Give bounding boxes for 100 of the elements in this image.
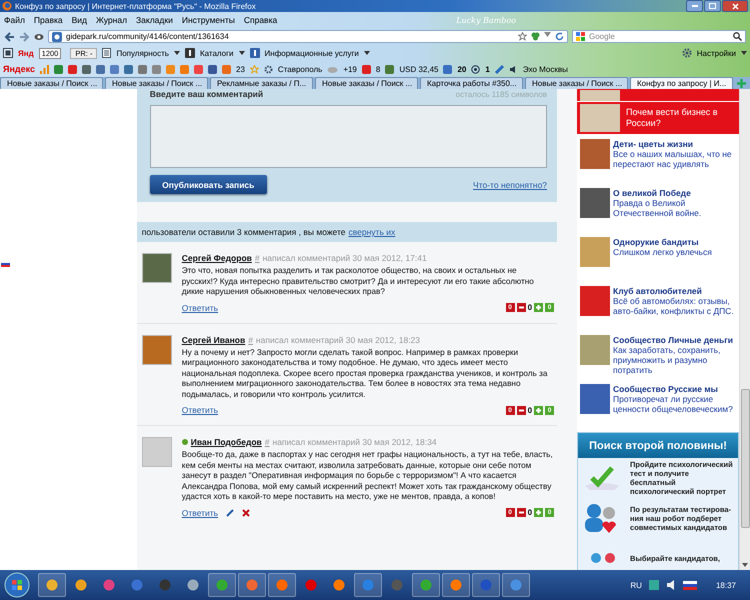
taskbar-app[interactable] <box>442 573 470 597</box>
window-title: Конфуз по запросу | Интернет-платформа "Русь" - Mozilla Firefox <box>15 2 256 10</box>
community-description: Всё об автомобилях: отзывы, авто-байки, конфликты с ДПС. <box>613 296 735 316</box>
menu-item[interactable]: Инструменты <box>182 15 235 25</box>
settings-icon[interactable] <box>682 48 692 58</box>
caret-icon[interactable] <box>238 51 245 55</box>
comment-meta: написал комментарий 30 мая 2012, 17:41 <box>262 253 427 263</box>
delete-icon[interactable] <box>242 508 250 516</box>
taskbar-app[interactable] <box>208 573 236 597</box>
minimize-icon <box>692 5 698 7</box>
community-link[interactable]: Сообщество Русские мы <box>613 384 740 394</box>
star-icon[interactable] <box>250 64 259 74</box>
avatar-placeholder <box>142 253 172 283</box>
community-description: Противоречат ли русские ценности общечеловеческим? <box>613 394 734 414</box>
menu-item[interactable]: Вид <box>72 15 88 25</box>
taskbar-app[interactable] <box>354 573 382 597</box>
menu-item[interactable]: Справка <box>244 15 278 25</box>
collapse-link[interactable]: свернуть их <box>348 227 396 237</box>
minus-icon[interactable] <box>516 303 526 312</box>
settings-icon[interactable] <box>264 64 273 74</box>
toolbar-menu[interactable]: Каталоги <box>200 48 234 58</box>
app-icon <box>450 579 462 591</box>
menu-item[interactable]: Закладки <box>136 15 173 25</box>
community-link[interactable]: О великой Победе <box>613 188 740 198</box>
community-link[interactable]: Клуб автолюбителей <box>613 286 740 296</box>
publish-button[interactable]: Опубликовать запись <box>150 175 267 194</box>
browser-tab[interactable]: Новые заказы / Поиск ... <box>0 77 103 89</box>
reload-icon[interactable] <box>555 32 564 41</box>
community-link[interactable]: Сообщество Личные деньги <box>613 335 740 345</box>
reply-link[interactable]: Ответить <box>182 508 218 518</box>
language-indicator[interactable]: RU <box>630 580 642 590</box>
browser-tab[interactable]: Новые заказы / Поиск ... <box>105 77 208 89</box>
reply-link[interactable]: Ответить <box>182 302 218 312</box>
minus-icon[interactable] <box>516 508 526 517</box>
caret-icon[interactable] <box>174 51 180 55</box>
speaker-icon[interactable] <box>666 580 676 590</box>
toolbar-menu[interactable]: Информационные услуги <box>264 48 359 58</box>
browser-tab[interactable]: Новые заказы / Поиск ... <box>525 77 628 89</box>
toolbar-menu[interactable]: Популярность <box>116 48 169 58</box>
minimize-button[interactable] <box>686 0 703 12</box>
dropdown-icon[interactable] <box>544 32 551 37</box>
radio-station[interactable]: Эхо Москвы <box>522 64 568 74</box>
scrollbar-thumb[interactable] <box>740 388 750 528</box>
community-description: Слишком легко увлечься <box>613 247 712 257</box>
plus-icon[interactable] <box>534 406 544 414</box>
taskbar-app[interactable] <box>412 573 440 597</box>
star-icon[interactable] <box>518 32 527 41</box>
taskbar-app[interactable] <box>38 573 66 597</box>
comment-input[interactable] <box>150 105 548 168</box>
yandex-logo[interactable]: Яндекс <box>3 64 36 74</box>
page-icon[interactable] <box>3 48 13 58</box>
help-link[interactable]: Что-то непонятно? <box>473 180 548 190</box>
maximize-button[interactable] <box>704 0 721 12</box>
reply-link[interactable]: Ответить <box>182 405 218 415</box>
currency-rate: USD 32,45 <box>399 64 438 74</box>
forward-icon[interactable] <box>19 32 30 42</box>
taskbar-app[interactable] <box>502 573 530 597</box>
minus-icon[interactable] <box>516 406 526 414</box>
weather-city[interactable]: Ставрополь <box>278 64 322 74</box>
temperature: +19 <box>343 64 357 74</box>
pencil-icon[interactable] <box>226 508 234 516</box>
search-icon[interactable] <box>733 32 742 41</box>
flag-icon <box>682 580 697 590</box>
plus-icon[interactable] <box>534 508 544 517</box>
start-button[interactable] <box>4 572 30 598</box>
taskbar-app[interactable] <box>472 573 500 597</box>
catalog-icon <box>184 48 195 58</box>
caret-icon[interactable] <box>741 51 747 55</box>
app-icon <box>276 579 288 591</box>
community-link[interactable]: Дети- цветы жизни <box>613 139 740 149</box>
clock[interactable]: 18:37 <box>716 580 736 590</box>
browser-tab[interactable]: Карточка работы #350... <box>420 77 523 89</box>
score: 0 <box>528 406 532 414</box>
photo-placeholder <box>580 188 610 218</box>
scroll-down-icon[interactable] <box>742 563 748 567</box>
plus-icon[interactable] <box>534 303 544 312</box>
comment-meta: написал комментарий 30 мая 2012, 18:23 <box>256 334 420 344</box>
taskbar-app[interactable] <box>268 573 296 597</box>
address-field[interactable]: gidepark.ru/community/4146/content/1361634 <box>48 30 568 43</box>
author-link[interactable]: Иван Подобедов <box>190 437 262 447</box>
scrollbar[interactable] <box>739 89 750 570</box>
menu-item[interactable]: Файл <box>4 15 25 25</box>
community-link[interactable]: Однорукие бандиты <box>613 237 712 247</box>
menu-item[interactable]: Правка <box>34 15 63 25</box>
community-description: Правда о Великой Отечественной войне. <box>613 198 702 218</box>
traffic-level: 8 <box>376 64 380 74</box>
speaker-icon[interactable] <box>508 64 518 74</box>
message-count: 20 <box>457 64 466 74</box>
browser-tab[interactable]: Рекламные заказы / П... <box>210 77 313 89</box>
author-link[interactable]: Сергей Иванов <box>182 334 246 344</box>
taskbar-app[interactable] <box>238 573 266 597</box>
browser-tab[interactable]: Новые заказы / Поиск ... <box>315 77 418 89</box>
back-icon[interactable] <box>4 32 15 42</box>
menu-item[interactable]: Журнал <box>96 15 128 25</box>
close-button[interactable] <box>722 0 748 12</box>
settings-menu[interactable]: Настройки <box>696 48 736 58</box>
search-field[interactable]: Google <box>572 30 746 43</box>
caret-icon[interactable] <box>364 51 370 55</box>
author-link[interactable]: Сергей Федоров <box>182 253 252 263</box>
browser-tab[interactable]: Конфуз по запросу | И... <box>630 77 733 89</box>
